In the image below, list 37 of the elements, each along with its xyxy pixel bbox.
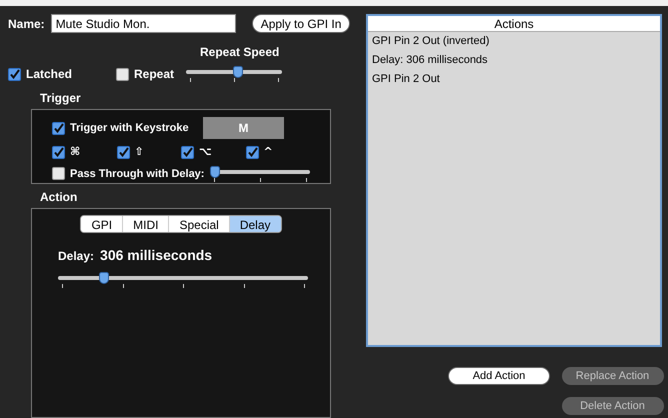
checkbox[interactable]: [52, 146, 65, 159]
slider-thumb[interactable]: [233, 66, 244, 78]
repeat-speed-slider[interactable]: [186, 66, 282, 82]
trigger-heading: Trigger: [40, 90, 81, 107]
checkbox[interactable]: [181, 146, 194, 159]
modifier-symbol: ⌥: [199, 144, 212, 160]
slider-thumb[interactable]: [98, 272, 109, 284]
delay-value: 306 milliseconds: [100, 246, 212, 266]
checkbox[interactable]: [116, 146, 130, 159]
delay-label: Delay:: [58, 248, 94, 266]
pass-through-label: Pass Through with Delay:: [70, 166, 205, 182]
action-heading: Action: [40, 189, 78, 206]
repeat-label: Repeat: [134, 66, 174, 83]
repeat-speed-label: Repeat Speed: [200, 44, 280, 61]
action-item[interactable]: GPI Pin 2 Out: [368, 70, 660, 89]
tab[interactable]: Delay: [228, 216, 281, 232]
modifier-symbol: ^: [264, 144, 273, 160]
action-item[interactable]: GPI Pin 2 Out (inverted): [368, 32, 660, 51]
action-button[interactable]: Add Action: [448, 367, 550, 385]
latched-label: Latched: [26, 66, 72, 83]
checkbox[interactable]: [8, 68, 21, 80]
key-field[interactable]: M: [203, 117, 284, 139]
delay-slider[interactable]: [58, 272, 308, 288]
slider-thumb[interactable]: [210, 166, 220, 178]
name-field[interactable]: Mute Studio Mon.: [50, 14, 236, 33]
checkbox[interactable]: [52, 122, 65, 134]
checkbox[interactable]: [116, 68, 129, 80]
apply-button[interactable]: Apply to GPI In: [252, 14, 350, 33]
name-label: Name:: [8, 16, 45, 32]
modifier-symbol: ⇧: [134, 144, 144, 160]
action-item[interactable]: Delay: 306 milliseconds: [368, 51, 660, 70]
actions-header: Actions: [368, 16, 660, 32]
modifier-symbol: ⌘: [70, 144, 80, 160]
keystroke-label: Trigger with Keystroke: [70, 120, 190, 136]
pass-through-delay-slider[interactable]: [210, 166, 310, 182]
checkbox[interactable]: [246, 146, 258, 159]
checkbox[interactable]: [52, 167, 65, 180]
